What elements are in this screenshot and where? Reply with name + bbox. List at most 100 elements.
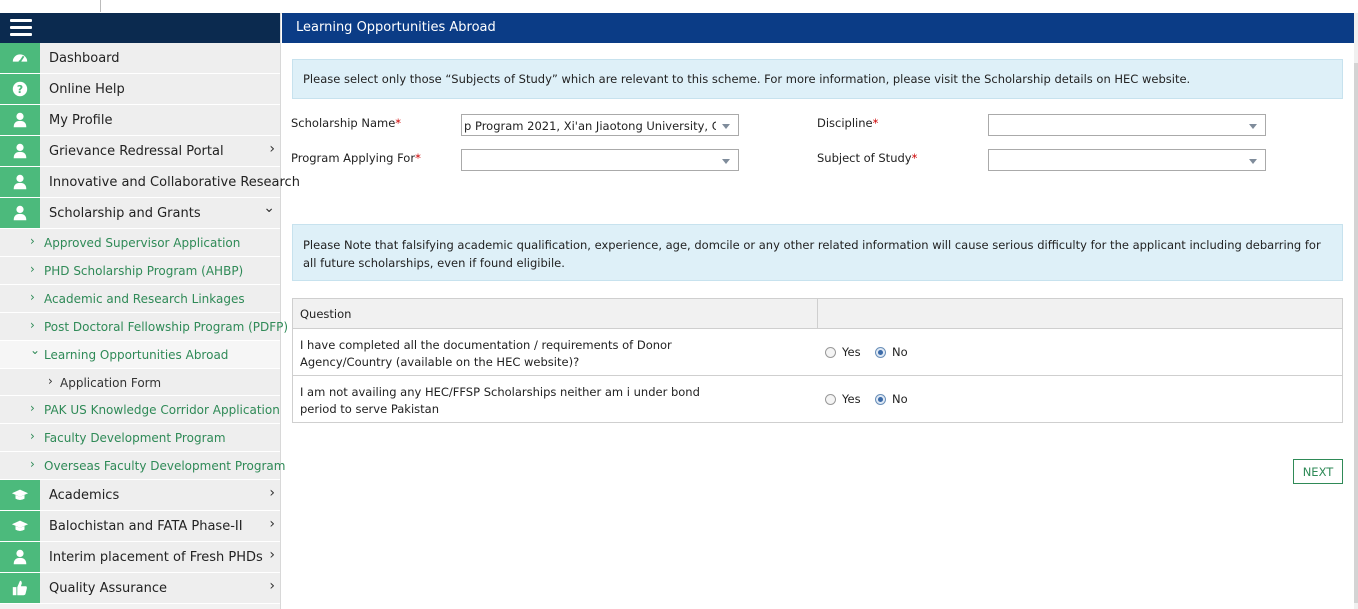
page-title: Learning Opportunities Abroad (282, 13, 1354, 43)
sidebar-item-label: Interim placement of Fresh PHDs (49, 550, 263, 565)
radio-label: Yes (842, 392, 861, 406)
scholarship-name-select[interactable]: p Program 2021, Xi'an Jiaotong Universit… (461, 114, 739, 136)
sidebar-item-academics[interactable]: Academics › (0, 480, 280, 511)
chevron-right-icon: › (269, 578, 275, 594)
svg-text:?: ? (17, 83, 23, 96)
dashboard-icon (0, 43, 40, 73)
question-text: I am not availing any HEC/FFSP Scholarsh… (300, 385, 700, 416)
chevron-right-icon: › (30, 290, 35, 304)
chevron-right-icon: › (30, 457, 35, 471)
question-header: Question (300, 307, 352, 321)
column-divider (817, 299, 818, 328)
sidebar-header (0, 13, 280, 43)
chevron-right-icon: › (269, 547, 275, 563)
user-icon (0, 198, 40, 228)
sidebar-item-interim-placement[interactable]: Interim placement of Fresh PHDs › (0, 542, 280, 573)
sidebar-sub-label: Academic and Research Linkages (44, 292, 245, 306)
chevron-down-icon: ⌄ (263, 200, 275, 216)
sidebar-item-quality-assurance[interactable]: Quality Assurance › (0, 573, 280, 604)
sidebar-item-innovative-research[interactable]: Innovative and Collaborative Research (0, 167, 300, 198)
next-button[interactable]: NEXT (1293, 459, 1343, 484)
radio-circle-selected[interactable] (875, 393, 886, 405)
program-label: Program Applying For* (291, 151, 421, 165)
sidebar-subsub-application-form[interactable]: › Application Form (0, 369, 280, 396)
sidebar-item-label: Dashboard (49, 51, 120, 66)
hamburger-menu-icon[interactable] (10, 19, 32, 37)
dropdown-caret-icon (1249, 124, 1257, 129)
radio-label: No (892, 392, 908, 406)
chevron-right-icon: › (30, 429, 35, 443)
info-banner-subjects: Please select only those “Subjects of St… (292, 59, 1343, 99)
chevron-right-icon: › (269, 516, 275, 532)
sidebar-sub-approved-supervisor[interactable]: › Approved Supervisor Application (0, 229, 280, 257)
radio-label: Yes (842, 345, 861, 359)
radio-circle[interactable] (825, 393, 836, 405)
top-strip (0, 0, 1358, 14)
chevron-right-icon: › (30, 401, 35, 415)
radio-yes-q2[interactable]: Yes (825, 392, 861, 406)
radio-label: No (892, 345, 908, 359)
sidebar-item-my-profile[interactable]: My Profile (0, 105, 280, 136)
chevron-right-icon: › (48, 374, 53, 388)
table-row: I have completed all the documentation /… (293, 329, 1342, 376)
sidebar-sub-label: Learning Opportunities Abroad (44, 348, 229, 362)
chevron-right-icon: › (30, 234, 35, 248)
dropdown-caret-icon (1249, 159, 1257, 164)
sidebar-item-label: Online Help (49, 82, 125, 97)
sidebar-item-label: Quality Assurance (49, 581, 167, 596)
dropdown-caret-icon (722, 159, 730, 164)
user-icon (0, 542, 40, 572)
sidebar-item-online-help[interactable]: ? Online Help (0, 74, 280, 105)
chevron-right-icon: › (30, 262, 35, 276)
chevron-right-icon: › (30, 318, 35, 332)
graduation-cap-icon (0, 480, 40, 510)
sidebar-subsub-label: Application Form (60, 376, 162, 390)
subject-select[interactable] (988, 149, 1266, 171)
scrollbar-thumb[interactable] (1354, 63, 1358, 603)
sidebar-sub-faculty-dev[interactable]: › Faculty Development Program (0, 424, 280, 452)
radio-no-q2[interactable]: No (875, 392, 908, 406)
program-select[interactable] (461, 149, 739, 171)
sidebar-sub-phd-scholarship[interactable]: › PHD Scholarship Program (AHBP) (0, 257, 280, 285)
radio-yes-q1[interactable]: Yes (825, 345, 861, 359)
sidebar-sub-overseas-faculty[interactable]: › Overseas Faculty Development Program (0, 452, 285, 480)
dropdown-caret-icon (722, 124, 730, 129)
scrollbar[interactable] (1354, 13, 1358, 609)
graduation-cap-icon (0, 511, 40, 541)
main-content: Learning Opportunities Abroad Please sel… (282, 13, 1354, 609)
help-icon: ? (0, 74, 40, 104)
sidebar-item-label: Balochistan and FATA Phase-II (49, 519, 243, 534)
discipline-select[interactable] (988, 114, 1266, 136)
sidebar: Dashboard ? Online Help My Profile Griev… (0, 13, 300, 609)
sidebar-sub-label: PAK US Knowledge Corridor Application (44, 403, 280, 417)
radio-circle-selected[interactable] (875, 346, 886, 358)
sidebar-item-label: My Profile (49, 113, 113, 128)
sidebar-item-balochistan[interactable]: Balochistan and FATA Phase-II › (0, 511, 280, 542)
sidebar-sub-pak-us[interactable]: › PAK US Knowledge Corridor Application (0, 396, 280, 424)
sidebar-sub-academic-linkages[interactable]: › Academic and Research Linkages (0, 285, 280, 313)
radio-no-q1[interactable]: No (875, 345, 908, 359)
chevron-right-icon: › (269, 141, 275, 157)
question-table: Question I have completed all the docume… (292, 298, 1343, 423)
table-row: I am not availing any HEC/FFSP Scholarsh… (293, 376, 1342, 422)
sidebar-sub-label: PHD Scholarship Program (AHBP) (44, 264, 244, 278)
scholarship-name-label: Scholarship Name* (291, 116, 402, 130)
sidebar-sub-learning-abroad[interactable]: ⌄ Learning Opportunities Abroad (0, 341, 280, 369)
scholarship-name-value: p Program 2021, Xi'an Jiaotong Universit… (464, 119, 716, 133)
sidebar-item-dashboard[interactable]: Dashboard (0, 43, 280, 74)
radio-circle[interactable] (825, 346, 836, 358)
subject-label: Subject of Study* (817, 151, 918, 165)
discipline-label: Discipline* (817, 116, 879, 130)
sidebar-sub-label: Approved Supervisor Application (44, 236, 241, 250)
question-text: I have completed all the documentation /… (300, 338, 672, 369)
sidebar-sub-postdoc[interactable]: › Post Doctoral Fellowship Program (PDFP… (0, 313, 288, 341)
info-banner-note: Please Note that falsifying academic qua… (292, 224, 1343, 281)
user-icon (0, 136, 40, 166)
sidebar-sub-label: Faculty Development Program (44, 431, 226, 445)
sidebar-item-scholarship-grants[interactable]: Scholarship and Grants ⌄ (0, 198, 280, 229)
sidebar-item-grievance[interactable]: Grievance Redressal Portal › (0, 136, 280, 167)
sidebar-item-label: Innovative and Collaborative Research (49, 175, 300, 190)
sidebar-sub-label: Post Doctoral Fellowship Program (PDFP) (44, 320, 289, 334)
user-icon (0, 105, 40, 135)
chevron-down-icon: ⌄ (30, 343, 41, 357)
